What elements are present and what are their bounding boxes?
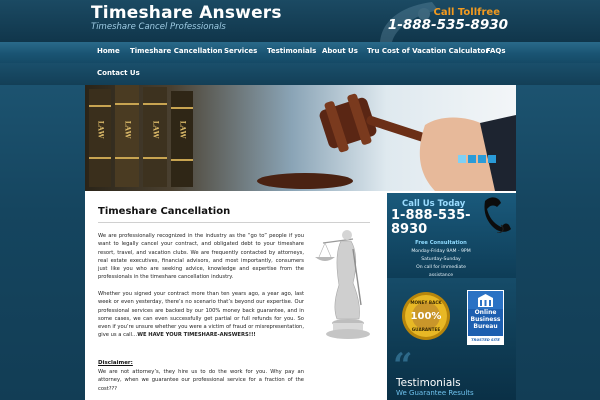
slider-pagination bbox=[458, 155, 496, 163]
law-book-label: LAW bbox=[123, 120, 133, 139]
nav-item-services[interactable]: Services bbox=[224, 47, 257, 55]
expertise-callout: WE HAVE YOUR TIMESHARE-ANSWERS!!! bbox=[137, 332, 256, 339]
site-title[interactable]: Timeshare Answers bbox=[91, 3, 282, 23]
consultation-hours: On call for immediate bbox=[416, 265, 466, 270]
law-book-label: LAW bbox=[96, 120, 106, 139]
law-book-label: LAW bbox=[151, 120, 161, 139]
bbb-trusted-label: TRUSTED SITE bbox=[468, 336, 503, 344]
slider-dot[interactable] bbox=[468, 155, 476, 163]
law-book-label: LAW bbox=[178, 120, 188, 139]
nav-row-2: Contact Us bbox=[0, 63, 600, 85]
nav-item-testimonials[interactable]: Testimonials bbox=[267, 47, 316, 55]
slider-dot[interactable] bbox=[458, 155, 466, 163]
testimonials-subtitle: We Guarantee Results bbox=[396, 389, 474, 397]
intro-paragraph: We are professionally recognized in the … bbox=[98, 233, 304, 281]
expertise-paragraph: Whether you signed your contract more th… bbox=[98, 290, 304, 340]
call-us-box: Call Us Today 1-888-535-8930 Free Consul… bbox=[387, 193, 516, 278]
online-business-bureau-badge[interactable]: Online Business Bureau TRUSTED SITE bbox=[467, 290, 504, 345]
site-header: Timeshare Answers Timeshare Cancel Profe… bbox=[0, 0, 600, 42]
testimonials-box[interactable]: “ Testimonials We Guarantee Results bbox=[387, 346, 516, 400]
left-background-band bbox=[0, 85, 85, 400]
call-phone-number[interactable]: 1-888-535-8930 bbox=[391, 209, 477, 237]
slider-dot[interactable] bbox=[478, 155, 486, 163]
nav-item-timeshare-cancellation[interactable]: Timeshare Cancellation bbox=[130, 47, 223, 55]
right-background-band bbox=[516, 85, 600, 400]
consultation-heading: Free Consultation bbox=[415, 240, 467, 246]
trust-badges: MONEY BACK 100% GUARANTEE Online Busines… bbox=[387, 278, 516, 352]
consultation-hours: Saturday-Sunday bbox=[421, 257, 461, 262]
lady-justice-statue-image bbox=[315, 230, 370, 339]
nav-item-about-us[interactable]: About Us bbox=[322, 47, 358, 55]
bbb-building-icon bbox=[478, 294, 493, 307]
bbb-text: Bureau bbox=[473, 323, 498, 330]
hero-banner: LAW LAW LAW LAW bbox=[85, 85, 516, 191]
main-nav: Home Timeshare Cancellation Services Tes… bbox=[0, 42, 600, 85]
page-title: Timeshare Cancellation bbox=[98, 206, 231, 217]
disclaimer-paragraph: We are not attorney’s, they hire us to d… bbox=[98, 369, 304, 392]
seal-percent: 100% bbox=[411, 311, 442, 322]
money-back-guarantee-seal[interactable]: MONEY BACK 100% GUARANTEE bbox=[401, 291, 451, 341]
seal-line: GUARANTEE bbox=[412, 327, 441, 332]
telephone-icon bbox=[484, 197, 511, 233]
nav-item-contact-us[interactable]: Contact Us bbox=[97, 69, 140, 77]
nav-item-cost-calculator[interactable]: Tru Cost of Vacation Calculator bbox=[367, 47, 489, 55]
consultation-hours: Monday-Friday 9AM - 9PM bbox=[411, 249, 471, 254]
bbb-logo-icon bbox=[468, 291, 503, 309]
seal-line: MONEY BACK bbox=[410, 300, 442, 305]
nav-row-1: Home Timeshare Cancellation Services Tes… bbox=[0, 42, 600, 63]
testimonials-title[interactable]: Testimonials bbox=[396, 377, 461, 389]
nav-item-faqs[interactable]: FAQs bbox=[486, 47, 506, 55]
slider-dot[interactable] bbox=[488, 155, 496, 163]
banner-illustration bbox=[89, 85, 516, 191]
disclaimer-heading: Disclaimer: bbox=[98, 360, 133, 366]
nav-item-home[interactable]: Home bbox=[97, 47, 120, 55]
tollfree-number[interactable]: 1-888-535-8930 bbox=[388, 17, 508, 33]
main-content: Timeshare Cancellation We are profession… bbox=[85, 191, 383, 400]
site-tagline: Timeshare Cancel Professionals bbox=[91, 22, 226, 32]
